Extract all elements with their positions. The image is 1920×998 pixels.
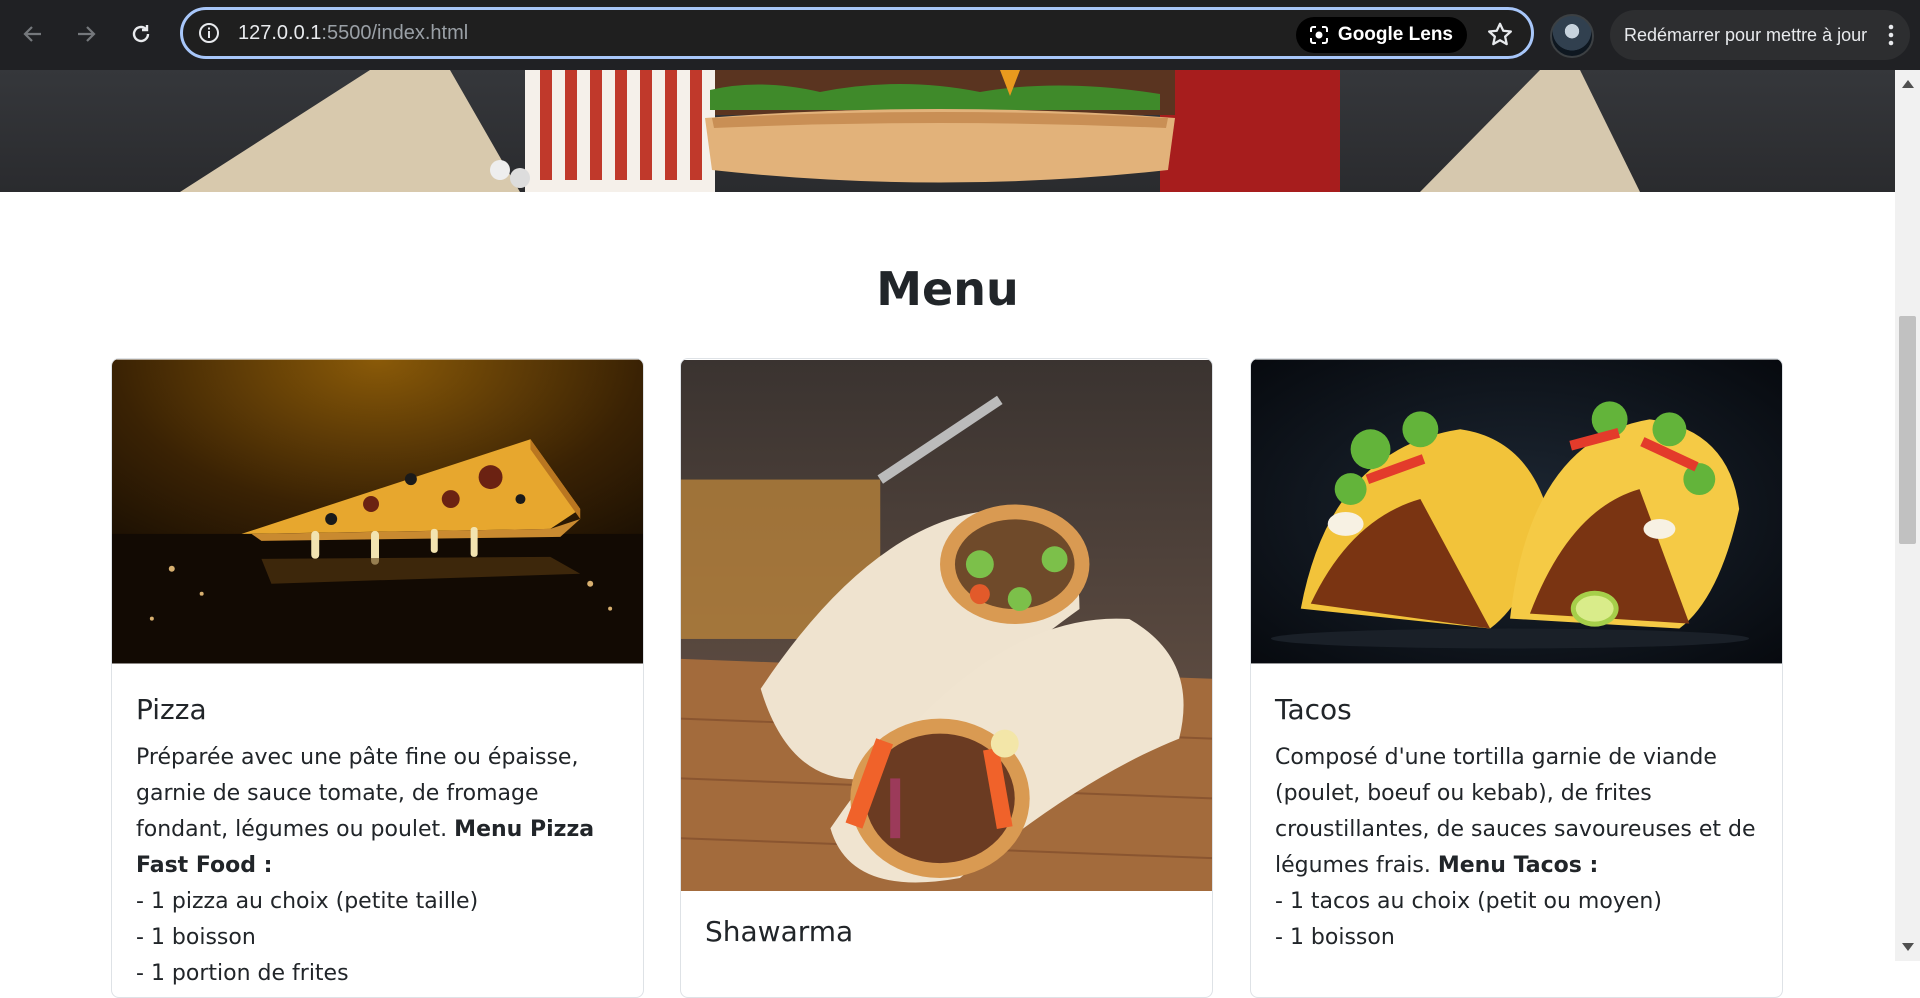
list-item: 1 pizza au choix (petite taille) bbox=[136, 884, 619, 920]
scroll-up-arrow[interactable] bbox=[1902, 80, 1914, 88]
reload-button[interactable] bbox=[124, 17, 158, 51]
hero-banner-image bbox=[0, 70, 1895, 192]
menu-card-shawarma: Shawarma bbox=[680, 358, 1213, 998]
kebab-menu-icon[interactable] bbox=[1888, 24, 1894, 46]
forward-button[interactable] bbox=[69, 17, 103, 51]
update-button[interactable]: Redémarrer pour mettre à jour bbox=[1610, 10, 1910, 60]
lens-icon bbox=[1309, 26, 1328, 44]
address-bar[interactable]: 127.0.0.1:5500/index.html Google Lens bbox=[180, 7, 1534, 59]
menu-card-pizza: Pizza Préparée avec une pâte fine ou épa… bbox=[111, 358, 644, 998]
card-title: Shawarma bbox=[705, 915, 854, 948]
card-title: Tacos bbox=[1275, 693, 1352, 726]
scroll-down-arrow[interactable] bbox=[1902, 943, 1914, 951]
back-arrow-icon bbox=[23, 26, 41, 42]
list-item: 1 tacos au choix (petit ou moyen) bbox=[1275, 884, 1758, 920]
list-item: 1 portion de frites bbox=[136, 956, 619, 992]
menu-card-tacos: Tacos Composé d'une tortilla garnie de v… bbox=[1250, 358, 1783, 998]
url-path: :5500/index.html bbox=[321, 22, 469, 44]
card-items-list: 1 pizza au choix (petite taille) 1 boiss… bbox=[136, 884, 619, 992]
list-item: 1 boisson bbox=[1275, 920, 1758, 956]
url-host: 127.0.0.1 bbox=[238, 22, 322, 44]
reload-icon bbox=[132, 25, 150, 43]
google-lens-button[interactable]: Google Lens bbox=[1295, 17, 1467, 53]
info-icon[interactable] bbox=[197, 21, 221, 45]
url-text[interactable]: 127.0.0.1:5500/index.html bbox=[238, 22, 468, 45]
card-title: Pizza bbox=[136, 693, 207, 726]
card-description: Préparée avec une pâte fine ou épaisse, … bbox=[136, 740, 619, 884]
card-description: Composé d'une tortilla garnie de viande … bbox=[1275, 740, 1758, 884]
browser-toolbar: 127.0.0.1:5500/index.html Google Lens Re… bbox=[0, 0, 1920, 70]
card-items-list: 1 tacos au choix (petit ou moyen) 1 bois… bbox=[1275, 884, 1758, 956]
menu-heading: Menu bbox=[876, 262, 1019, 316]
profile-avatar[interactable] bbox=[1550, 14, 1594, 58]
scroll-thumb[interactable] bbox=[1899, 316, 1916, 544]
back-button[interactable] bbox=[16, 17, 50, 51]
card-menu-label: Menu Tacos : bbox=[1437, 853, 1599, 878]
forward-arrow-icon bbox=[78, 26, 96, 42]
page-scrollbar[interactable] bbox=[1895, 70, 1920, 961]
tacos-image bbox=[1251, 359, 1782, 664]
shawarma-image bbox=[681, 360, 1212, 891]
google-lens-label: Google Lens bbox=[1337, 24, 1453, 45]
pizza-image bbox=[112, 359, 643, 664]
list-item: 1 boisson bbox=[136, 920, 619, 956]
burger-banner-illustration bbox=[180, 70, 1640, 192]
star-icon[interactable] bbox=[1485, 20, 1515, 50]
update-label: Redémarrer pour mettre à jour bbox=[1624, 24, 1868, 45]
